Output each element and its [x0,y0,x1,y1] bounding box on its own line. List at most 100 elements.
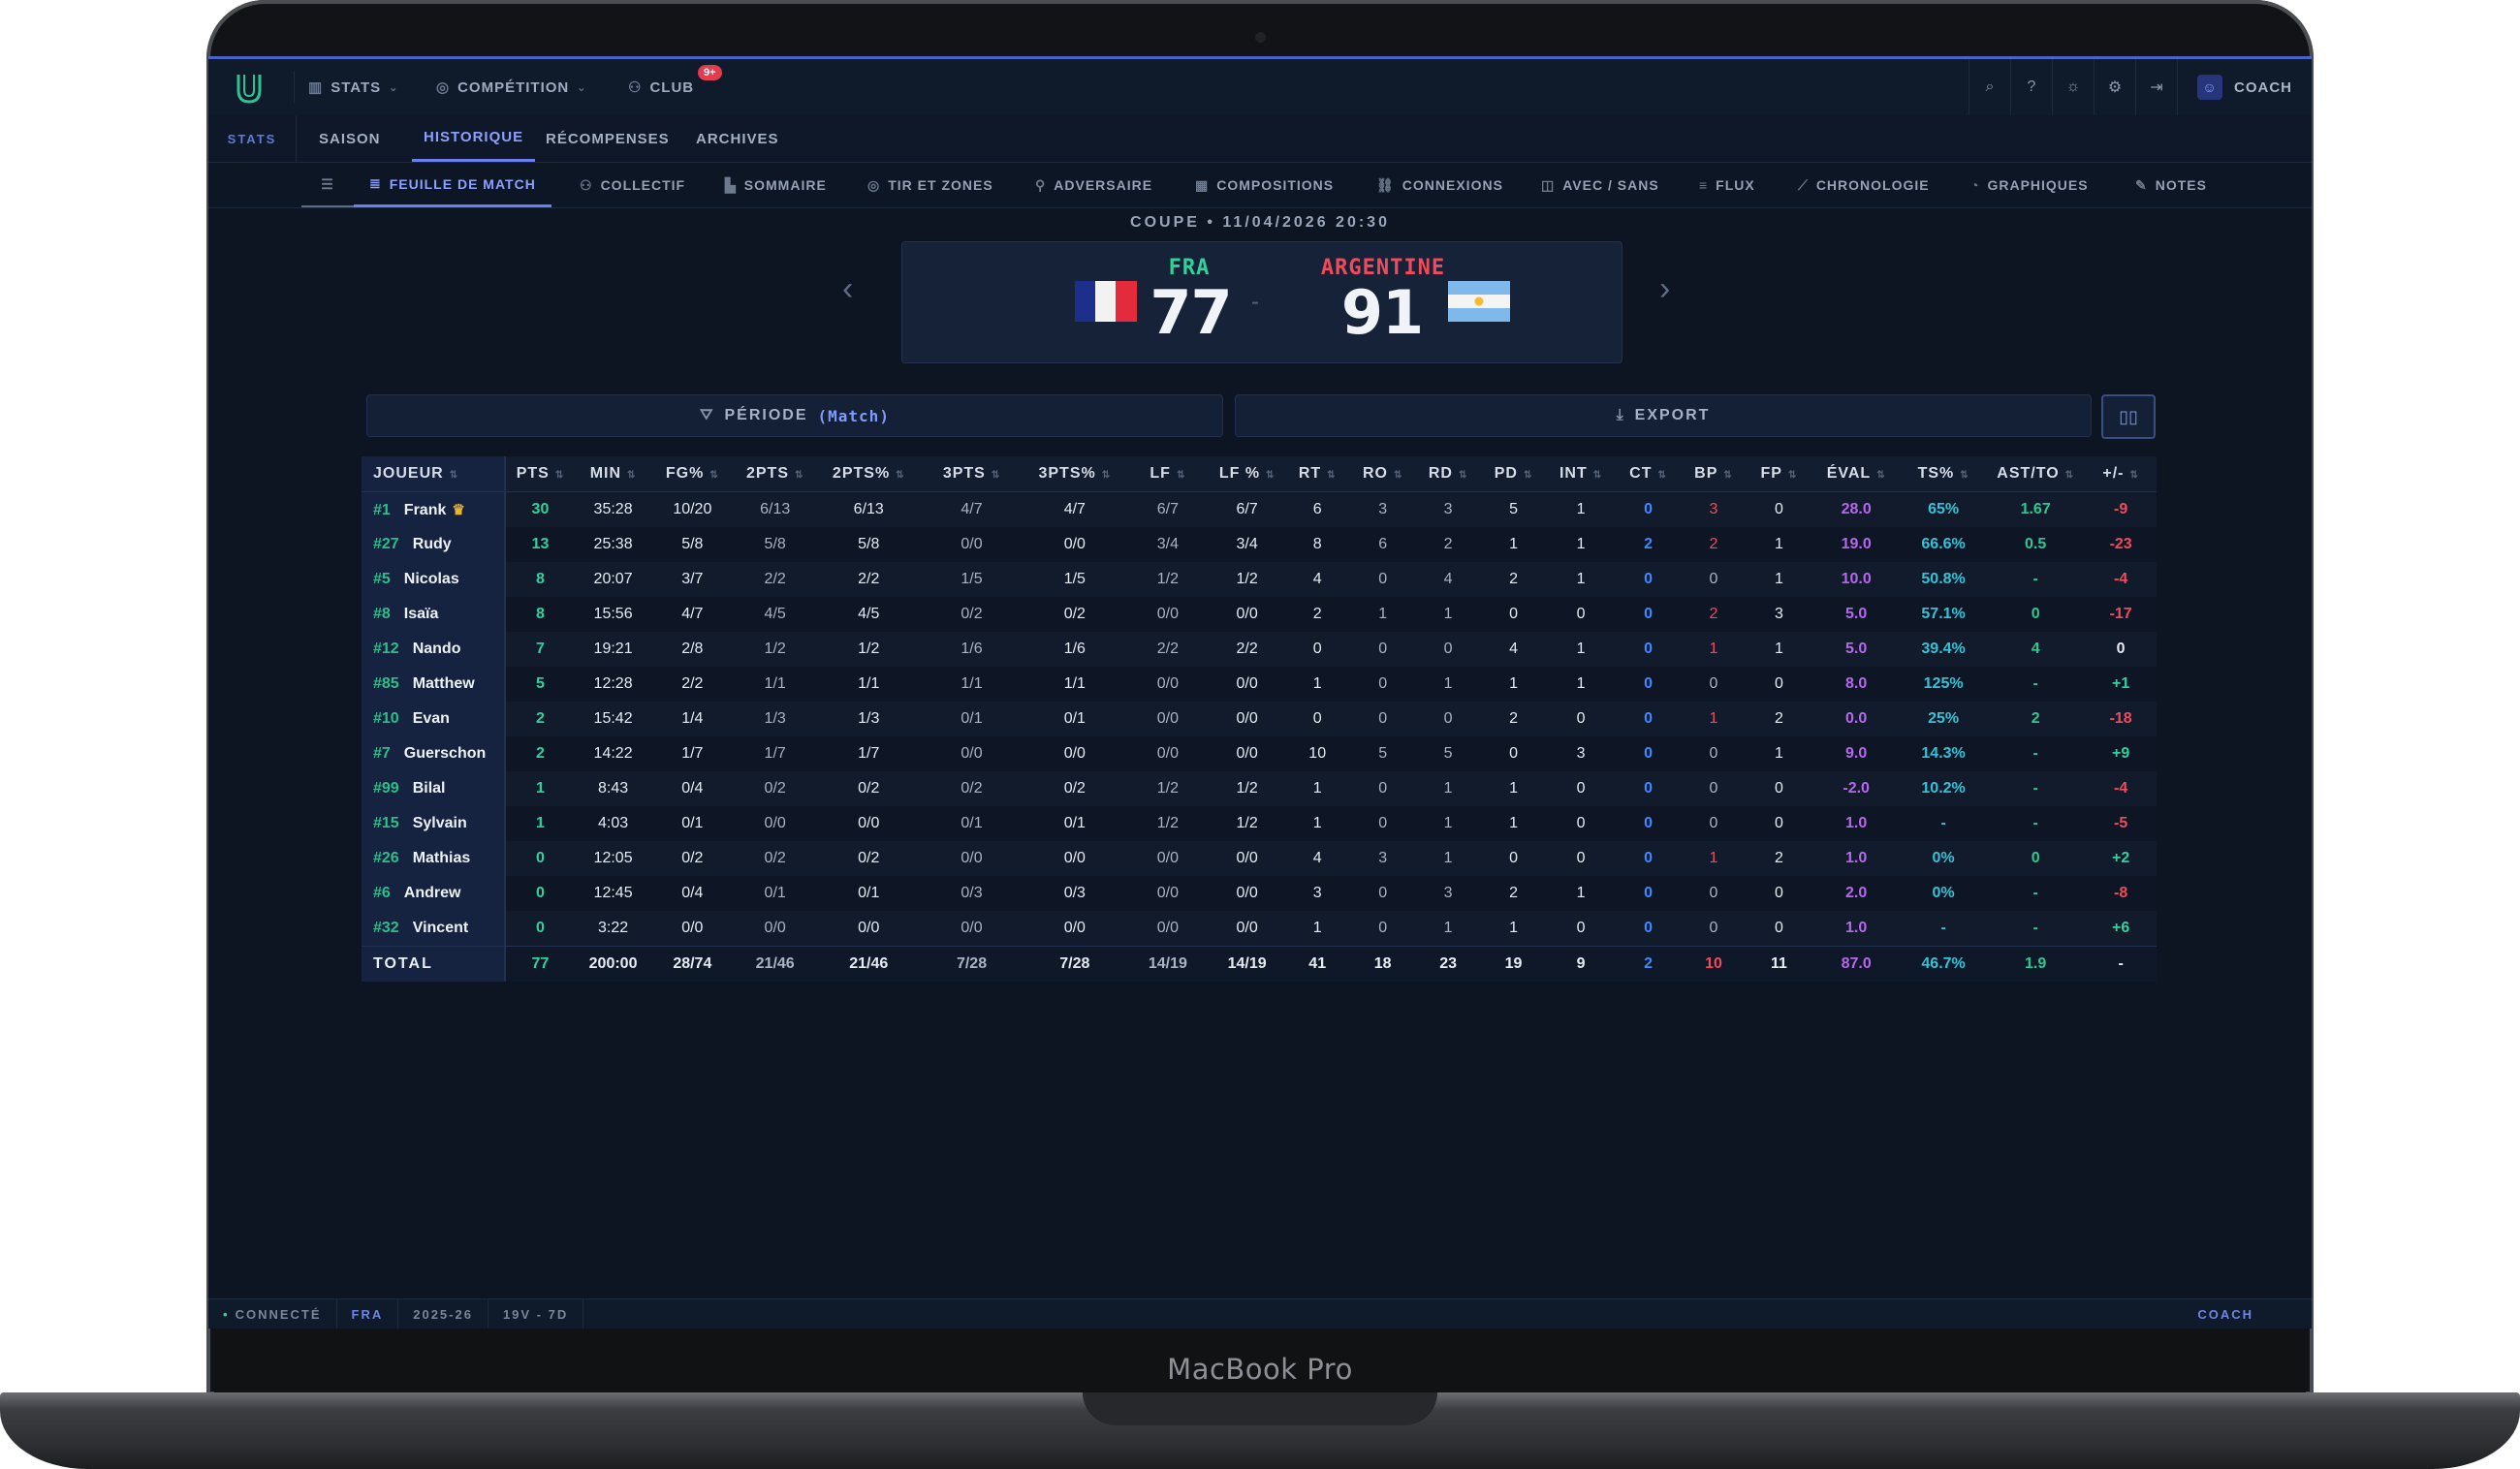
column-header[interactable]: AST/TO ⇅ [1986,456,2086,492]
stat-cell: 0/0 [1209,667,1285,702]
stat-cell: 0/0 [1209,736,1285,771]
connection-label: CONNECTÉ [235,1307,322,1322]
logout-icon[interactable]: ⇥ [2135,59,2177,115]
stat-cell: 2 [505,702,575,736]
column-header[interactable]: 2PTS% ⇅ [817,456,921,492]
stat-cell: 5/8 [817,527,921,562]
column-header[interactable]: +/- ⇅ [2085,456,2157,492]
column-header[interactable]: LF % ⇅ [1209,456,1285,492]
subtab-collectif[interactable]: ⚇ COLLECTIF [580,163,685,207]
stat-cell: 0/4 [651,876,734,911]
france-flag-icon [1075,281,1137,322]
stat-cell: 3 [1415,491,1481,527]
app-logo[interactable] [230,69,268,108]
search-icon[interactable]: ⌕ [1969,59,2010,115]
table-row[interactable]: #6 Andrew 0 12:45 0/4 0/1 0/1 0/3 0/3 0/0 0/0 3 0 3 2 1… [362,876,2157,911]
column-header-label: INT [1559,465,1588,482]
column-header[interactable]: JOUEUR ⇅ [362,456,507,492]
column-header[interactable]: 3PTS ⇅ [920,456,1024,492]
column-header[interactable]: ÉVAL ⇅ [1811,456,1902,492]
column-header[interactable]: CT ⇅ [1615,456,1682,492]
subtab-adversaire[interactable]: ⚲ ADVERSAIRE [1035,163,1152,207]
section-label: STATS [208,115,297,162]
table-row[interactable]: #10 Evan 2 15:42 1/4 1/3 1/3 0/1 0/1 0/0 0/0 0 0 0 2 0 0… [362,702,2157,736]
column-header[interactable]: TS% ⇅ [1901,456,1987,492]
export-button[interactable]: ⤓ EXPORT [1235,394,2092,437]
stat-cell: 0 [1546,806,1616,841]
book-icon[interactable]: ▯▯ [2101,394,2156,439]
table-row[interactable]: #5 Nicolas 8 20:07 3/7 2/2 2/2 1/5 1/5 1/2 1/2 4 0 4 2… [362,562,2157,597]
stat-cell: 0 [1746,667,1812,702]
chevron-right-icon[interactable]: › [1659,270,1670,308]
subtab-feuille-de-match[interactable]: ≣ FEUILLE DE MATCH [354,163,551,207]
table-row[interactable]: #15 Sylvain 1 4:03 0/1 0/0 0/0 0/1 0/1 1/2 1/2 1 0 1 1… [362,806,2157,841]
home-score: 77 [1150,277,1232,348]
stat-cell: 1 [1746,527,1812,562]
column-header[interactable]: INT ⇅ [1546,456,1616,492]
sort-icon: ⇅ [1723,470,1733,481]
nav-club[interactable]: ⚇ CLUB [628,59,694,115]
column-header[interactable]: 2PTS ⇅ [733,456,818,492]
tab-saison[interactable]: SAISON [319,115,381,162]
table-row[interactable]: #8 Isaïa 8 15:56 4/7 4/5 4/5 0/2 0/2 0/0 0/0 2 1 1 0 0 0… [362,597,2157,632]
table-row[interactable]: #7 Guerschon 2 14:22 1/7 1/7 1/7 0/0 0/0 0/0 0/0 10… [362,736,2157,771]
stat-cell: 0/0 [817,911,921,947]
stat-cell: 0 [1284,702,1350,736]
total-cell: 1.9 [1986,946,2086,982]
stat-cell: 1 [1681,702,1747,736]
subtab-compositions[interactable]: ▦ COMPOSITIONS [1195,163,1334,207]
sort-icon: ⇅ [1787,470,1798,481]
player-cell: #12 Nando [362,632,507,667]
player-number: #12 [373,641,399,657]
help-icon[interactable]: ? [2010,59,2052,115]
column-header[interactable]: PTS ⇅ [505,456,575,492]
gear-icon[interactable]: ⚙ [2094,59,2135,115]
coach-profile-button[interactable]: ☺ COACH [2177,59,2312,115]
stat-cell: 2 [1480,562,1547,597]
stat-cell: 1 [1546,667,1616,702]
column-header[interactable]: 3PTS% ⇅ [1023,456,1126,492]
menu-toggle[interactable]: ☰ [301,163,354,207]
subtab-chronologie[interactable]: ⟋ CHRONOLOGIE [1798,163,1930,207]
subtab-graphiques[interactable]: ◔ GRAPHIQUES [1970,163,2089,207]
player-number: #26 [373,850,399,866]
table-row[interactable]: #32 Vincent 0 3:22 0/0 0/0 0/0 0/0 0/0 0/0 0/0 1 0 1 1… [362,911,2157,947]
theme-sun-icon[interactable]: ☼ [2052,59,2094,115]
column-header[interactable]: BP ⇅ [1681,456,1747,492]
column-header[interactable]: FP ⇅ [1746,456,1812,492]
period-filter-button[interactable]: ⛛ PÉRIODE (Match) [366,394,1223,437]
tab-historique[interactable]: HISTORIQUE [412,115,536,162]
stat-cell: 0 [1615,911,1682,947]
subtab-connexions[interactable]: ⛓ CONNEXIONS [1376,163,1503,207]
table-row[interactable]: #12 Nando 7 19:21 2/8 1/2 1/2 1/6 1/6 2/2 2/2 0 0 0 4 1… [362,632,2157,667]
subtab-flux[interactable]: ≡ FLUX [1699,163,1755,207]
subtab-sommaire[interactable]: ▙ SOMMAIRE [725,163,827,207]
table-row[interactable]: #26 Mathias 0 12:05 0/2 0/2 0/2 0/0 0/0 0/0 0/0 4 3 1… [362,841,2157,876]
column-header[interactable]: RD ⇅ [1415,456,1481,492]
column-header[interactable]: FG% ⇅ [651,456,734,492]
subtab-notes[interactable]: ✎ NOTES [2135,163,2207,207]
table-row[interactable]: #27 Rudy 13 25:38 5/8 5/8 5/8 0/0 0/0 3/4 3/4 8 6 2 1 1… [362,527,2157,562]
stat-cell: 1/2 [1209,562,1285,597]
subtab-avec-sans[interactable]: ◫ AVEC / SANS [1541,163,1659,207]
table-row[interactable]: #99 Bilal 1 8:43 0/4 0/2 0/2 0/2 0/2 1/2 1/2 1 0 1 1 0 0… [362,771,2157,806]
stat-cell: 35:28 [574,491,652,527]
tab-archives[interactable]: ARCHIVES [696,115,779,162]
nav-competition[interactable]: ◎ COMPÉTITION ⌄ [436,59,586,115]
bar-chart-icon: ▙ [725,176,737,193]
column-header[interactable]: PD ⇅ [1480,456,1547,492]
nav-stats[interactable]: ▥ STATS ⌄ [308,59,398,115]
column-header-label: RD [1428,465,1453,482]
column-header[interactable]: MIN ⇅ [574,456,652,492]
subtab-tir-et-zones[interactable]: ◎ TIR ET ZONES [867,163,993,207]
table-row[interactable]: #1 Frank ♛ 30 35:28 10/20 6/13 6/13 4/7 4/7 6/7 6/7… [362,491,2157,527]
column-header[interactable]: LF ⇅ [1125,456,1210,492]
table-row[interactable]: #85 Matthew 5 12:28 2/2 1/1 1/1 1/1 1/1 0/0 0/0 1 0 1… [362,667,2157,702]
column-header[interactable]: RO ⇅ [1349,456,1416,492]
column-header[interactable]: RT ⇅ [1284,456,1350,492]
chevron-left-icon[interactable]: ‹ [842,270,853,308]
filter-icon: ⛛ [700,407,715,423]
stat-cell: 1 [1284,911,1350,947]
stat-cell: 0/0 [1023,841,1126,876]
tab-recompenses[interactable]: RÉCOMPENSES [546,115,670,162]
